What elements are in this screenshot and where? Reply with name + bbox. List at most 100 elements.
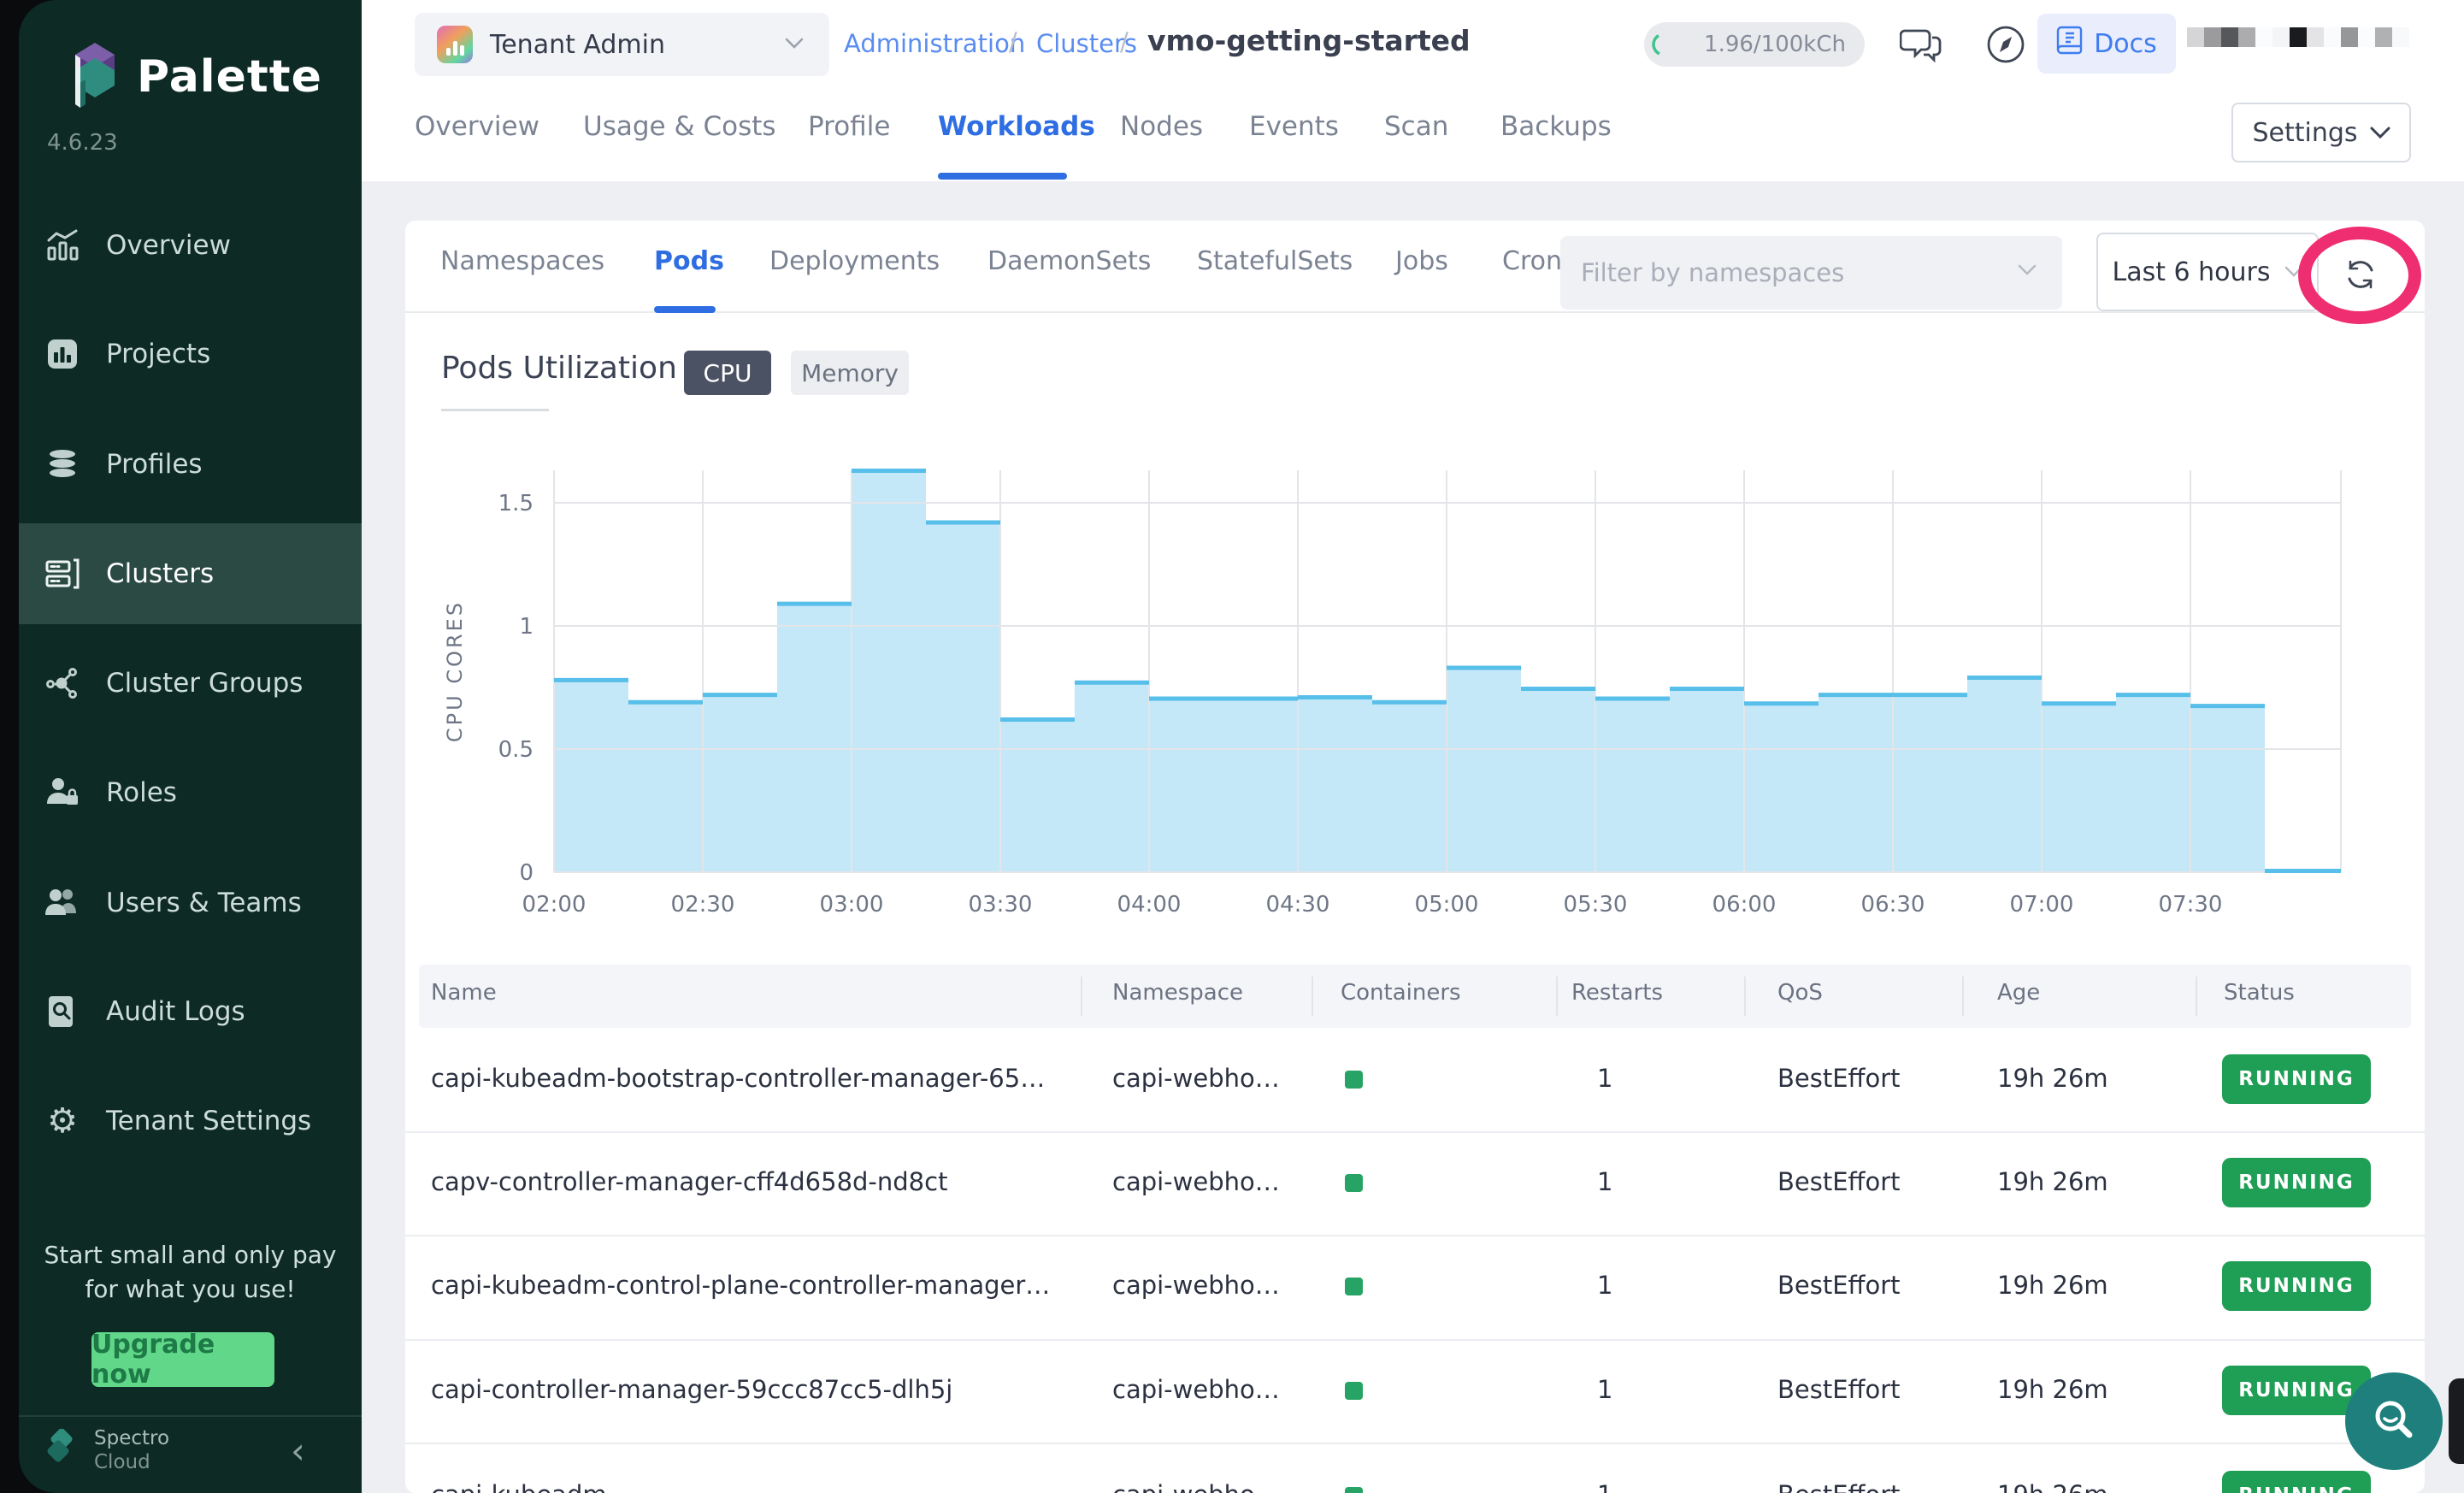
row-separator [405, 1443, 2425, 1444]
table-row[interactable]: capi-kubeadm-bootstrap-controller-manage… [405, 1028, 2425, 1131]
namespace-filter-input[interactable] [1560, 236, 2062, 310]
column-divider [1081, 977, 1082, 1016]
section-title: Pods Utilization [441, 351, 677, 386]
docs-button[interactable]: Docs [2037, 14, 2176, 74]
chevron-down-icon [2018, 263, 2037, 280]
redacted-block [2204, 27, 2221, 47]
sidebar-collapse-icon[interactable]: ‹ [291, 1430, 305, 1472]
cursor-artifact [2449, 1378, 2464, 1464]
chat-icon[interactable] [1900, 24, 1944, 70]
table-row[interactable]: capi-controller-manager-59ccc87cc5-dlh5j… [405, 1339, 2425, 1443]
subtab-namespaces[interactable]: Namespaces [440, 246, 604, 276]
row-separator [405, 1339, 2425, 1341]
gear-icon: ⚙ [43, 1101, 82, 1141]
sidebar-item-overview[interactable]: Overview [19, 195, 362, 296]
col-header-namespace[interactable]: Namespace [1112, 980, 1243, 1006]
help-search-launcher[interactable] [2345, 1372, 2443, 1470]
sidebar-item-clusters[interactable]: Clusters [19, 523, 362, 624]
sidebar-item-tenant-settings[interactable]: ⚙ Tenant Settings [19, 1071, 362, 1171]
col-header-name[interactable]: Name [431, 980, 497, 1006]
redacted-block [2290, 27, 2307, 47]
memory-toggle-button[interactable]: Memory [791, 351, 909, 395]
active-tab-underline [938, 173, 1067, 180]
sidebar-item-projects[interactable]: Projects [19, 304, 362, 404]
pod-qos: BestEffort [1777, 1167, 1901, 1196]
col-header-status[interactable]: Status [2224, 980, 2295, 1006]
sidebar-item-label: Tenant Settings [106, 1106, 311, 1136]
subtab-jobs[interactable]: Jobs [1395, 246, 1448, 276]
sidebar-item-users-teams[interactable]: Users & Teams [19, 853, 362, 953]
pod-qos: BestEffort [1777, 1271, 1901, 1300]
column-divider [1556, 977, 1558, 1016]
pod-restarts: 1 [1597, 1167, 1612, 1196]
container-status-square [1345, 1382, 1363, 1400]
audit-logs-icon [43, 992, 82, 1031]
chevron-down-icon [785, 37, 804, 53]
sidebar-item-profiles[interactable]: Profiles [19, 414, 362, 515]
container-status-square [1345, 1071, 1363, 1089]
pod-restarts: 1 [1597, 1375, 1612, 1404]
upgrade-now-button[interactable]: Upgrade now [91, 1332, 274, 1387]
sidebar-item-cluster-groups[interactable]: Cluster Groups [19, 633, 362, 734]
svg-text:03:30: 03:30 [969, 892, 1033, 918]
sidebar-item-audit-logs[interactable]: Audit Logs [19, 961, 362, 1062]
sidebar-item-roles[interactable]: Roles [19, 742, 362, 843]
pod-age: 19h 26m [1997, 1064, 2108, 1093]
clusters-icon [43, 554, 82, 593]
breadcrumb-administration[interactable]: Administration [844, 29, 1025, 58]
col-header-containers[interactable]: Containers [1341, 980, 1461, 1006]
cpu-toggle-button[interactable]: CPU [684, 351, 771, 395]
svg-text:05:30: 05:30 [1564, 892, 1628, 918]
tab-profile[interactable]: Profile [808, 111, 890, 142]
tenant-selector[interactable]: Tenant Admin [415, 13, 829, 76]
pod-name: capv-controller-manager-cff4d658d-nd8ct [431, 1167, 947, 1196]
time-range-dropdown[interactable]: Last 6 hours [2096, 233, 2319, 311]
column-divider [1962, 977, 1964, 1016]
chevron-down-icon [2370, 127, 2390, 139]
tab-scan[interactable]: Scan [1384, 111, 1448, 142]
status-badge: RUNNING [2222, 1054, 2371, 1104]
tab-backups[interactable]: Backups [1500, 111, 1612, 142]
settings-label: Settings [2252, 118, 2357, 148]
subtab-pods[interactable]: Pods [654, 246, 724, 276]
pod-age: 19h 26m [1997, 1167, 2108, 1196]
pod-qos: BestEffort [1777, 1064, 1901, 1093]
table-row[interactable]: capv-controller-manager-cff4d658d-nd8ctc… [405, 1131, 2425, 1235]
redacted-block [2392, 27, 2409, 47]
sidebar-item-label: Overview [106, 230, 231, 261]
col-header-age[interactable]: Age [1997, 980, 2040, 1006]
projects-icon [43, 334, 82, 374]
tab-workloads[interactable]: Workloads [938, 111, 1095, 142]
pod-age: 19h 26m [1997, 1271, 2108, 1300]
subtab-deployments[interactable]: Deployments [769, 246, 940, 276]
svg-text:06:30: 06:30 [1861, 892, 1925, 918]
sidebar-item-label: Audit Logs [106, 996, 245, 1027]
profiles-icon [43, 445, 82, 484]
sidebar-item-label: Profiles [106, 449, 203, 480]
col-header-restarts[interactable]: Restarts [1571, 980, 1663, 1006]
usage-progress-arc [1651, 32, 1677, 57]
tab-events[interactable]: Events [1249, 111, 1339, 142]
table-row-partial[interactable]: capi-kubeadm-…capi-webho…1BestEffort19h … [405, 1444, 2425, 1493]
svg-text:04:30: 04:30 [1266, 892, 1330, 918]
container-status-square [1345, 1487, 1363, 1493]
pod-restarts: 1 [1597, 1064, 1612, 1093]
pod-name: capi-controller-manager-59ccc87cc5-dlh5j [431, 1375, 952, 1404]
docs-book-icon [2056, 25, 2084, 62]
redacted-user-info [2187, 27, 2409, 47]
magnifier-smile-icon [2366, 1393, 2422, 1449]
subtab-statefulsets[interactable]: StatefulSets [1197, 246, 1353, 276]
redacted-block [2341, 27, 2358, 47]
table-row[interactable]: capi-kubeadm-control-plane-controller-ma… [405, 1235, 2425, 1338]
col-header-qos[interactable]: QoS [1777, 980, 1823, 1006]
subtab-daemonsets[interactable]: DaemonSets [987, 246, 1151, 276]
settings-button[interactable]: Settings [2231, 103, 2411, 162]
tab-usage-costs[interactable]: Usage & Costs [583, 111, 776, 142]
section-title-rule [441, 409, 549, 411]
sidebar-footer-divider [19, 1415, 362, 1417]
svg-text:03:00: 03:00 [820, 892, 884, 918]
redacted-block [2358, 27, 2375, 47]
compass-icon[interactable] [1985, 24, 2026, 68]
tab-overview[interactable]: Overview [415, 111, 539, 142]
tab-nodes[interactable]: Nodes [1120, 111, 1203, 142]
